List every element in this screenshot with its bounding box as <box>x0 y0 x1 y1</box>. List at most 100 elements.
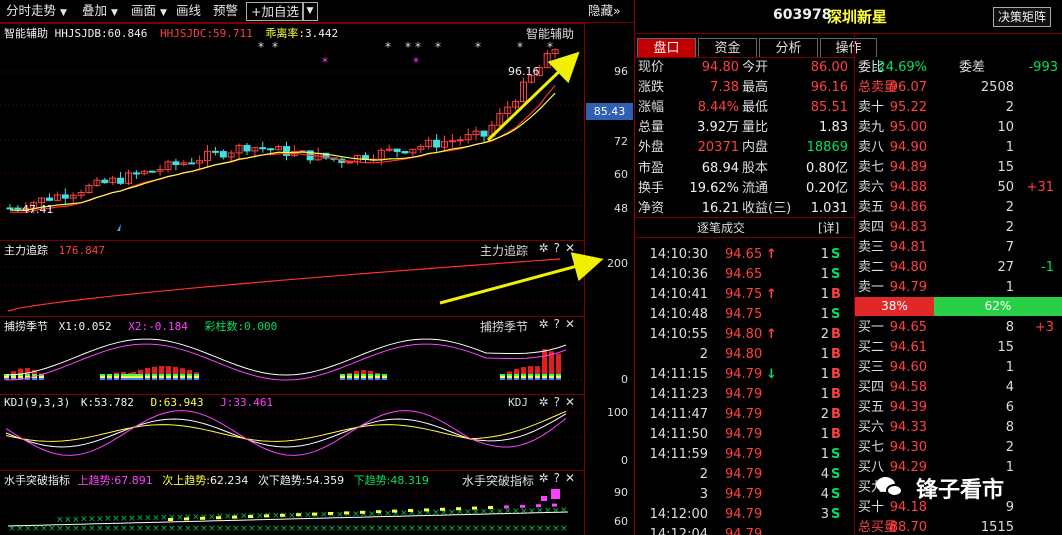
sailor-marker-x: × <box>392 524 400 534</box>
axis-label: 48 <box>614 202 628 215</box>
decision-matrix-button[interactable]: 决策矩阵 <box>993 7 1052 27</box>
tick-time: 14:12:00 <box>649 507 708 522</box>
book-label: 卖六 <box>858 180 885 195</box>
season-bar-band <box>556 378 561 380</box>
high-price-label: 96.16 <box>508 65 540 78</box>
sell-level-row[interactable]: 卖九 95.00 10 <box>855 118 1062 138</box>
tab-quote[interactable]: 盘口 <box>637 38 696 57</box>
season-bar-band <box>187 376 192 378</box>
sailor-block <box>312 512 317 516</box>
sailor-marker-x: × <box>344 524 352 534</box>
watchlist-dropdown-icon[interactable]: ▼ <box>302 2 318 21</box>
draw-line-button[interactable]: 画线 <box>176 0 201 22</box>
timeshare-menu[interactable]: 分时走势 ▼ <box>6 0 67 22</box>
tick-side: B <box>831 407 841 422</box>
season-bar-band <box>507 376 512 378</box>
book-label: 卖四 <box>858 220 885 235</box>
ticks-detail-link[interactable]: [详] <box>818 218 839 238</box>
quote-label: 量比 <box>742 120 769 135</box>
buy-level-row[interactable]: 买六 94.33 8 <box>855 418 1062 438</box>
sell-level-row[interactable]: 卖十 95.22 2 <box>855 98 1062 118</box>
overlay-menu[interactable]: 叠加 ▼ <box>82 0 118 22</box>
buy-level-row[interactable]: 买一 94.65 8 +3 <box>855 318 1062 338</box>
tick-price: 94.79 <box>725 407 763 422</box>
sell-level-row[interactable]: 卖七 94.89 15 <box>855 158 1062 178</box>
sell-level-row[interactable]: 卖四 94.83 2 <box>855 218 1062 238</box>
book-label: 卖三 <box>858 240 885 255</box>
main-force-panel[interactable]: 主力追踪 176.847 主力追踪 ✲?✕ <box>0 240 584 316</box>
sailor-block <box>472 506 477 510</box>
buy-level-row[interactable]: 买五 94.39 6 <box>855 398 1062 418</box>
fishing-season-panel[interactable]: 捕捞季节 X1:0.052 X2:-0.184 彩柱数:0.000 捕捞季节 ✲… <box>0 316 584 394</box>
buy-level-row[interactable]: 买七 94.30 2 <box>855 438 1062 458</box>
sell-level-row[interactable]: 卖六 94.88 50 +31 <box>855 178 1062 198</box>
tab-operation[interactable]: 操作 <box>820 38 877 57</box>
season-bar-band <box>145 374 150 376</box>
book-label: 买二 <box>858 340 885 355</box>
sailor-panel[interactable]: 水手突破指标 上趋势:67.891 次上趋势:62.234 次下趋势:54.35… <box>0 470 584 535</box>
sailor-marker-x: × <box>64 515 72 525</box>
add-watchlist-button[interactable]: +加自选 <box>246 2 304 21</box>
marker-triangle <box>117 224 121 231</box>
sell-level-row[interactable]: 卖二 94.80 27 -1 <box>855 258 1062 278</box>
sailor-marker-x: × <box>80 524 88 534</box>
tick-time: 14:11:50 <box>649 427 708 442</box>
kdj-panel[interactable]: KDJ(9,3,3) K:53.782 D:63.943 J:33.461 KD… <box>0 394 584 470</box>
sailor-marker-x: × <box>384 524 392 534</box>
sell-level-row[interactable]: 卖三 94.81 7 <box>855 238 1062 258</box>
weibi-row[interactable]: 委比 -24.69% -993 委差 <box>855 58 1062 78</box>
book-volume: 50 <box>997 180 1014 195</box>
quote-row: 市盈 68.94 股本 0.80亿 <box>635 159 854 179</box>
buy-level-row[interactable]: 买二 94.61 15 <box>855 338 1062 358</box>
sell-total-row[interactable]: 总卖量 96.07 2508 <box>855 78 1062 98</box>
sailor-marker-x: × <box>344 510 352 520</box>
tab-analysis[interactable]: 分析 <box>759 38 818 57</box>
tick-row: 14:10:41 94.75 ↑ 1 B <box>635 285 854 305</box>
sell-level-row[interactable]: 卖八 94.90 1 <box>855 138 1062 158</box>
buy-total-row[interactable]: 总买量 88.70 1515 <box>855 518 1062 535</box>
sailor-marker-x: × <box>136 524 144 534</box>
hide-button[interactable]: 隐藏» <box>588 0 621 22</box>
sell-level-row[interactable]: 卖一 94.79 1 <box>855 278 1062 298</box>
sailor-marker-x: × <box>192 524 200 534</box>
ticks-list[interactable]: 14:10:30 94.65 ↑ 1 S 14:10:36 94.65 1 S 14:10:41 9… <box>635 245 854 535</box>
sailor-marker-x: × <box>320 524 328 534</box>
stock-terminal: { "toolbar": { "timeshare": "分时走势", "add… <box>0 0 1062 535</box>
book-price: 94.58 <box>889 380 927 395</box>
season-bar-band <box>159 376 164 378</box>
quote-label: 最低 <box>742 100 769 115</box>
season-bar-band <box>152 378 157 380</box>
tick-volume: 4 <box>820 487 829 502</box>
candle-body <box>267 148 275 151</box>
season-bar-band <box>340 374 345 376</box>
tick-price: 94.65 <box>725 267 763 282</box>
quote-row: 换手 19.62% 流通 0.20亿 <box>635 179 854 199</box>
sailor-marker-x: × <box>120 514 128 524</box>
main-chart-panel[interactable]: 智能辅助 HHJSJDB:60.846 HHJSJDC:59.711 乖离率:3… <box>0 23 584 240</box>
book-label: 买一 <box>858 320 885 335</box>
sailor-block <box>232 515 237 519</box>
season-bar-band <box>173 374 178 376</box>
tab-funds[interactable]: 资金 <box>698 38 757 57</box>
season-bar-band <box>535 378 540 380</box>
season-bar-band <box>382 376 387 378</box>
candle-body <box>211 150 219 153</box>
book-change: +31 <box>1026 180 1054 195</box>
buy-level-row[interactable]: 买四 94.58 4 <box>855 378 1062 398</box>
sailor-marker-x: × <box>536 524 544 534</box>
buy-level-row[interactable]: 买三 94.60 1 <box>855 358 1062 378</box>
tick-side: B <box>831 427 841 442</box>
sailor-marker-x: × <box>224 524 232 534</box>
sailor-marker-x: × <box>336 524 344 534</box>
sailor-marker-x: × <box>400 509 408 519</box>
season-bar-band <box>194 374 199 376</box>
ma-line-red <box>9 84 556 213</box>
sell-level-row[interactable]: 卖五 94.86 2 <box>855 198 1062 218</box>
candlestick-chart[interactable]: *** * * * * * ** * <box>0 24 584 241</box>
alert-button[interactable]: 预警 <box>213 0 238 22</box>
quote-row: 涨幅 8.44% 最低 85.51 <box>635 98 854 118</box>
book-price: 94.65 <box>889 320 927 335</box>
season-bar-band <box>100 374 105 376</box>
tick-row: 14:12:00 94.79 3 S <box>635 505 854 525</box>
screen-menu[interactable]: 画面 ▼ <box>131 0 167 22</box>
